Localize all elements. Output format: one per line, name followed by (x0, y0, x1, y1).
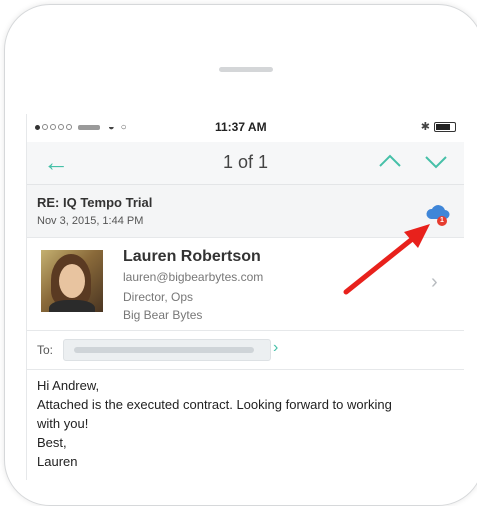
status-time: 11:37 AM (215, 120, 267, 134)
to-label: To: (37, 343, 54, 357)
body-line: Lauren (37, 454, 78, 469)
sender-title: Director, Ops (123, 290, 194, 304)
battery-icon (434, 121, 456, 132)
sender-card[interactable]: Lauren Robertson lauren@bigbearbytes.com… (27, 238, 464, 331)
body-line: Attached is the executed contract. Looki… (37, 397, 392, 412)
signal-strength: ◒ ○ (35, 121, 127, 133)
body-line: Hi Andrew, (37, 378, 100, 393)
chevron-down-icon[interactable] (423, 150, 449, 172)
bluetooth-icon: ✱ (420, 121, 430, 133)
activity-icon: ○ (120, 121, 127, 133)
phone-speaker (219, 67, 273, 72)
chevron-up-icon[interactable] (377, 150, 403, 172)
recipient-chip[interactable] (63, 339, 271, 361)
phone-screen: ◒ ○ 11:37 AM ✱ ← 1 of 1 RE: IQ Tempo Tri… (26, 114, 464, 480)
sender-email: lauren@bigbearbytes.com (123, 270, 264, 284)
recipients-row: To: › (27, 331, 464, 370)
carrier-name (78, 124, 100, 130)
sender-name: Lauren Robertson (123, 248, 261, 265)
email-subject: RE: IQ Tempo Trial (37, 195, 153, 210)
expand-recipients-icon[interactable]: › (273, 339, 278, 357)
chevron-right-icon[interactable]: › (431, 271, 438, 294)
redacted-recipient (74, 347, 254, 353)
email-nav-bar: ← 1 of 1 (27, 142, 464, 185)
avatar (41, 250, 103, 312)
email-body: Hi Andrew, Attached is the executed cont… (37, 376, 457, 471)
wifi-icon: ◒ (108, 121, 115, 133)
body-line: Best, (37, 435, 67, 450)
body-line: with you! (37, 416, 89, 431)
email-date: Nov 3, 2015, 1:44 PM (37, 215, 144, 227)
status-bar: ◒ ○ 11:37 AM ✱ (27, 114, 464, 142)
sync-badge: 1 (437, 216, 447, 226)
sender-company: Big Bear Bytes (123, 308, 203, 322)
email-header: RE: IQ Tempo Trial Nov 3, 2015, 1:44 PM … (27, 185, 464, 238)
